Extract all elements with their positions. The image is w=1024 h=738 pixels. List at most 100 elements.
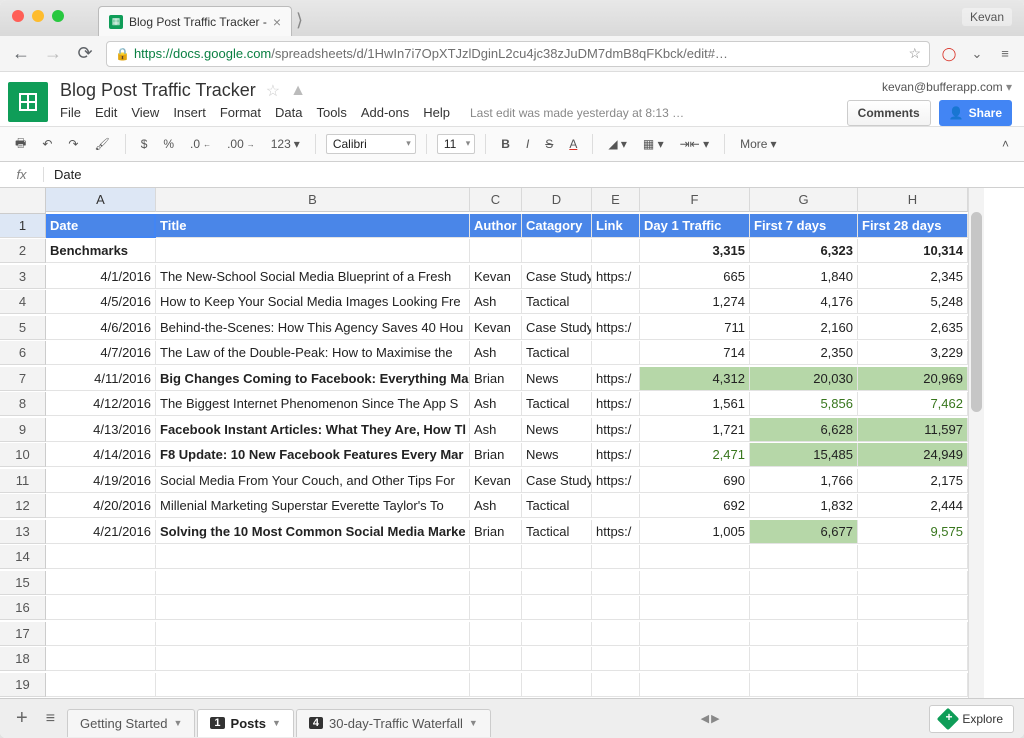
explore-button[interactable]: Explore <box>929 705 1014 733</box>
collapse-toolbar-icon[interactable]: ˄ <box>997 134 1014 154</box>
cell-empty[interactable] <box>156 571 470 595</box>
cell-d7[interactable]: 1,840 <box>750 265 858 289</box>
cell-link[interactable]: https:/ <box>592 316 640 340</box>
cell-empty[interactable] <box>46 647 156 671</box>
browser-tab[interactable]: ▦ Blog Post Traffic Tracker - × <box>98 6 292 36</box>
cell-empty[interactable] <box>470 673 522 697</box>
cell-d1[interactable]: 2,471 <box>640 443 750 467</box>
cell-d28[interactable]: 24,949 <box>858 443 968 467</box>
close-tab-icon[interactable]: × <box>273 14 281 30</box>
cell-empty[interactable] <box>46 622 156 646</box>
cell-link[interactable] <box>592 341 640 365</box>
cell-date[interactable]: 4/19/2016 <box>46 469 156 493</box>
sheet-tab-menu-icon[interactable]: ▼ <box>173 718 182 728</box>
chrome-profile-button[interactable]: Kevan <box>962 8 1012 26</box>
format-percent[interactable]: % <box>158 134 179 154</box>
cell-empty[interactable] <box>46 673 156 697</box>
cell[interactable] <box>592 239 640 263</box>
menu-help[interactable]: Help <box>423 105 450 120</box>
benchmark-d1[interactable]: 3,315 <box>640 239 750 263</box>
cell-link[interactable]: https:/ <box>592 392 640 416</box>
star-document-icon[interactable]: ☆ <box>266 81 280 101</box>
vertical-scrollbar[interactable] <box>968 188 984 698</box>
sheet-scroll-controls[interactable]: ◀▶ <box>701 712 720 725</box>
cell[interactable] <box>156 239 470 263</box>
cell-empty[interactable] <box>592 545 640 569</box>
cell-title[interactable]: Social Media From Your Couch, and Other … <box>156 469 470 493</box>
address-bar[interactable]: 🔒 https://docs.google.com/spreadsheets/d… <box>106 41 930 67</box>
cell-empty[interactable] <box>640 596 750 620</box>
cell-d7[interactable]: 1,766 <box>750 469 858 493</box>
header-cell[interactable]: Catagory <box>522 214 592 238</box>
cell-empty[interactable] <box>592 673 640 697</box>
cell-category[interactable]: News <box>522 418 592 442</box>
cell-link[interactable]: https:/ <box>592 443 640 467</box>
cell-empty[interactable] <box>640 622 750 646</box>
cell-title[interactable]: Solving the 10 Most Common Social Media … <box>156 520 470 544</box>
bookmark-star-icon[interactable]: ☆ <box>908 45 921 62</box>
forward-button[interactable]: → <box>42 43 64 64</box>
cell-title[interactable]: F8 Update: 10 New Facebook Features Ever… <box>156 443 470 467</box>
header-cell[interactable]: Day 1 Traffic <box>640 214 750 238</box>
cell-empty[interactable] <box>156 545 470 569</box>
cell[interactable] <box>470 239 522 263</box>
cell-link[interactable]: https:/ <box>592 367 640 391</box>
cell-date[interactable]: 4/14/2016 <box>46 443 156 467</box>
cell-empty[interactable] <box>156 673 470 697</box>
cell-author[interactable]: Ash <box>470 418 522 442</box>
cell-empty[interactable] <box>470 622 522 646</box>
cell-author[interactable]: Brian <box>470 520 522 544</box>
cell-d7[interactable]: 4,176 <box>750 290 858 314</box>
benchmarks-label[interactable]: Benchmarks <box>46 239 156 263</box>
more-toolbar[interactable]: More ▾ <box>735 134 781 154</box>
benchmark-d28[interactable]: 10,314 <box>858 239 968 263</box>
sheet-tab-menu-icon[interactable]: ▼ <box>272 718 281 728</box>
cell-date[interactable]: 4/12/2016 <box>46 392 156 416</box>
cell-d7[interactable]: 6,628 <box>750 418 858 442</box>
spreadsheet-grid[interactable]: ABCDEFGH1DateTitleAuthorCatagoryLinkDay … <box>0 188 1024 698</box>
cell-empty[interactable] <box>522 622 592 646</box>
ublock-icon[interactable]: ◯ <box>940 45 958 63</box>
cell-d7[interactable]: 2,160 <box>750 316 858 340</box>
cell-link[interactable]: https:/ <box>592 418 640 442</box>
reload-button[interactable]: ⟳ <box>74 43 96 64</box>
back-button[interactable]: ← <box>10 43 32 64</box>
borders-icon[interactable]: ▦ ▾ <box>638 134 669 154</box>
cell-title[interactable]: Facebook Instant Articles: What They Are… <box>156 418 470 442</box>
cell-d1[interactable]: 1,721 <box>640 418 750 442</box>
cell-d1[interactable]: 711 <box>640 316 750 340</box>
new-tab-button[interactable]: ⟩ <box>296 10 303 31</box>
col-header-C[interactable]: C <box>470 188 522 212</box>
redo-icon[interactable]: ↷ <box>63 134 83 154</box>
menu-view[interactable]: View <box>131 105 159 120</box>
cell-empty[interactable] <box>46 545 156 569</box>
add-sheet-button[interactable]: + <box>10 707 34 730</box>
cell-empty[interactable] <box>470 545 522 569</box>
font-size-select[interactable]: 11 <box>437 134 475 154</box>
share-button[interactable]: Share <box>939 100 1012 126</box>
cell-author[interactable]: Ash <box>470 392 522 416</box>
sheet-tab-menu-icon[interactable]: ▼ <box>469 718 478 728</box>
header-cell[interactable]: First 7 days <box>750 214 858 238</box>
sheet-tab-30-day-traffic-waterfall[interactable]: 430-day-Traffic Waterfall▼ <box>296 709 491 737</box>
cell-empty[interactable] <box>522 673 592 697</box>
cell-empty[interactable] <box>640 571 750 595</box>
bold-button[interactable]: B <box>496 134 515 154</box>
header-cell[interactable]: First 28 days <box>858 214 968 238</box>
last-edit-info[interactable]: Last edit was made yesterday at 8:13 … <box>470 106 684 120</box>
cell-author[interactable]: Ash <box>470 290 522 314</box>
number-format-menu[interactable]: 123 ▾ <box>266 134 305 154</box>
comments-button[interactable]: Comments <box>847 100 931 126</box>
increase-decimal[interactable]: .00→ <box>222 134 260 154</box>
paint-format-icon[interactable]: 🖌 <box>89 134 114 154</box>
col-header-B[interactable]: B <box>156 188 470 212</box>
cell-empty[interactable] <box>46 596 156 620</box>
cell-empty[interactable] <box>522 571 592 595</box>
cell-author[interactable]: Brian <box>470 443 522 467</box>
col-header-F[interactable]: F <box>640 188 750 212</box>
cell-d28[interactable]: 7,462 <box>858 392 968 416</box>
sheet-tab-posts[interactable]: 1Posts▼ <box>197 709 293 737</box>
cell-category[interactable]: News <box>522 443 592 467</box>
cell-empty[interactable] <box>592 622 640 646</box>
pocket-icon[interactable]: ⌄ <box>968 45 986 63</box>
